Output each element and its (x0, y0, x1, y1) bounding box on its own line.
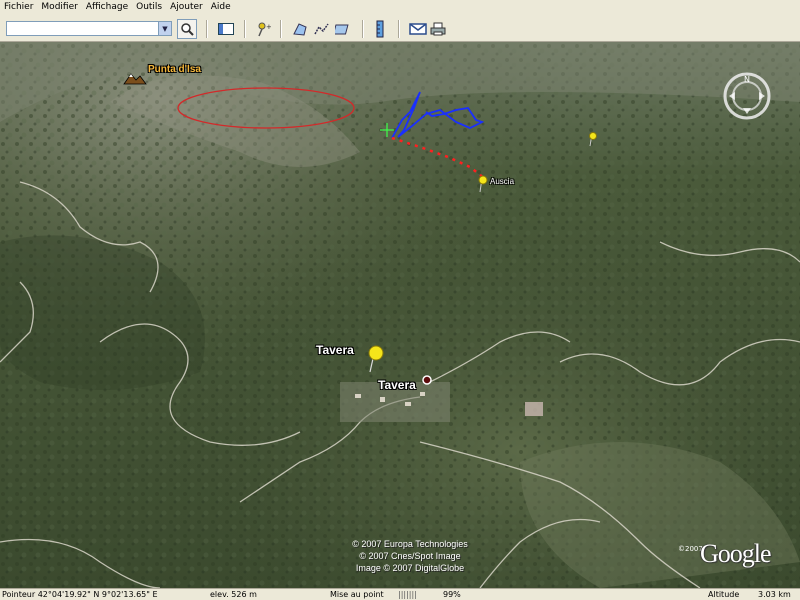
map-viewport[interactable]: N Punta d'Isa Auscia Tavera Tavera © 200… (0, 42, 800, 588)
copyright-line: © 2007 Cnes/Spot Image (359, 551, 461, 561)
streaming-bar: ||||||| (398, 590, 417, 599)
altitude-label: Altitude (708, 590, 740, 599)
add-path-button[interactable] (312, 19, 332, 39)
auscia-label: Auscia (490, 177, 515, 186)
search-combobox[interactable]: ▼ (6, 21, 172, 37)
toolbar: ▼ + (0, 14, 800, 42)
google-logo: Google (700, 539, 772, 568)
pointer-coordinates: Pointeur 42°04'19.92" N 9°02'13.65" E (2, 590, 158, 599)
add-image-overlay-button[interactable] (334, 19, 354, 39)
add-placemark-icon: + (258, 22, 271, 37)
svg-text:N: N (744, 75, 750, 84)
email-button[interactable] (408, 19, 428, 39)
print-button[interactable] (428, 19, 448, 39)
search-input[interactable] (7, 23, 161, 37)
menu-affichage[interactable]: Affichage (82, 0, 132, 14)
sidebar-icon (218, 23, 234, 35)
chevron-down-icon[interactable]: ▼ (158, 22, 171, 35)
toolbar-separator (362, 20, 364, 38)
menu-ajouter[interactable]: Ajouter (166, 0, 207, 14)
add-path-icon (314, 23, 329, 35)
streaming-label: Mise au point (330, 590, 384, 599)
altitude-value: 3.03 km (758, 590, 791, 599)
menu-fichier[interactable]: Fichier (0, 0, 37, 14)
toolbar-separator (280, 20, 282, 38)
ruler-button[interactable] (370, 19, 390, 39)
toolbar-separator (244, 20, 246, 38)
status-bar: Pointeur 42°04'19.92" N 9°02'13.65" E el… (0, 588, 800, 600)
toolbar-separator (206, 20, 208, 38)
add-polygon-icon (293, 23, 307, 36)
streaming-percent: 99% (443, 590, 461, 599)
satellite-terrain: N (0, 42, 800, 588)
print-icon (430, 22, 446, 36)
menu-bar: Fichier Modifier Affichage Outils Ajoute… (0, 0, 800, 14)
search-button[interactable] (177, 19, 197, 39)
menu-outils[interactable]: Outils (132, 0, 166, 14)
search-icon (181, 23, 194, 36)
copyright-line: © 2007 Europa Technologies (352, 539, 468, 549)
toolbar-separator (398, 20, 400, 38)
tavera-pin-label: Tavera (316, 343, 354, 357)
add-image-overlay-icon (335, 24, 349, 35)
sidebar-toggle-button[interactable] (216, 19, 236, 39)
menu-aide[interactable]: Aide (207, 0, 235, 14)
menu-modifier[interactable]: Modifier (37, 0, 81, 14)
peak-label: Punta d'Isa (148, 64, 201, 75)
village-dot-icon[interactable] (422, 375, 432, 385)
elevation: elev. 526 m (210, 590, 257, 599)
tavera-dot-label: Tavera (378, 378, 416, 392)
svg-text:+: + (266, 23, 271, 31)
add-polygon-button[interactable] (290, 19, 310, 39)
ruler-icon (376, 20, 384, 38)
copyright-line: Image © 2007 DigitalGlobe (355, 563, 465, 573)
add-placemark-button[interactable]: + (252, 19, 272, 39)
email-icon (409, 23, 427, 35)
